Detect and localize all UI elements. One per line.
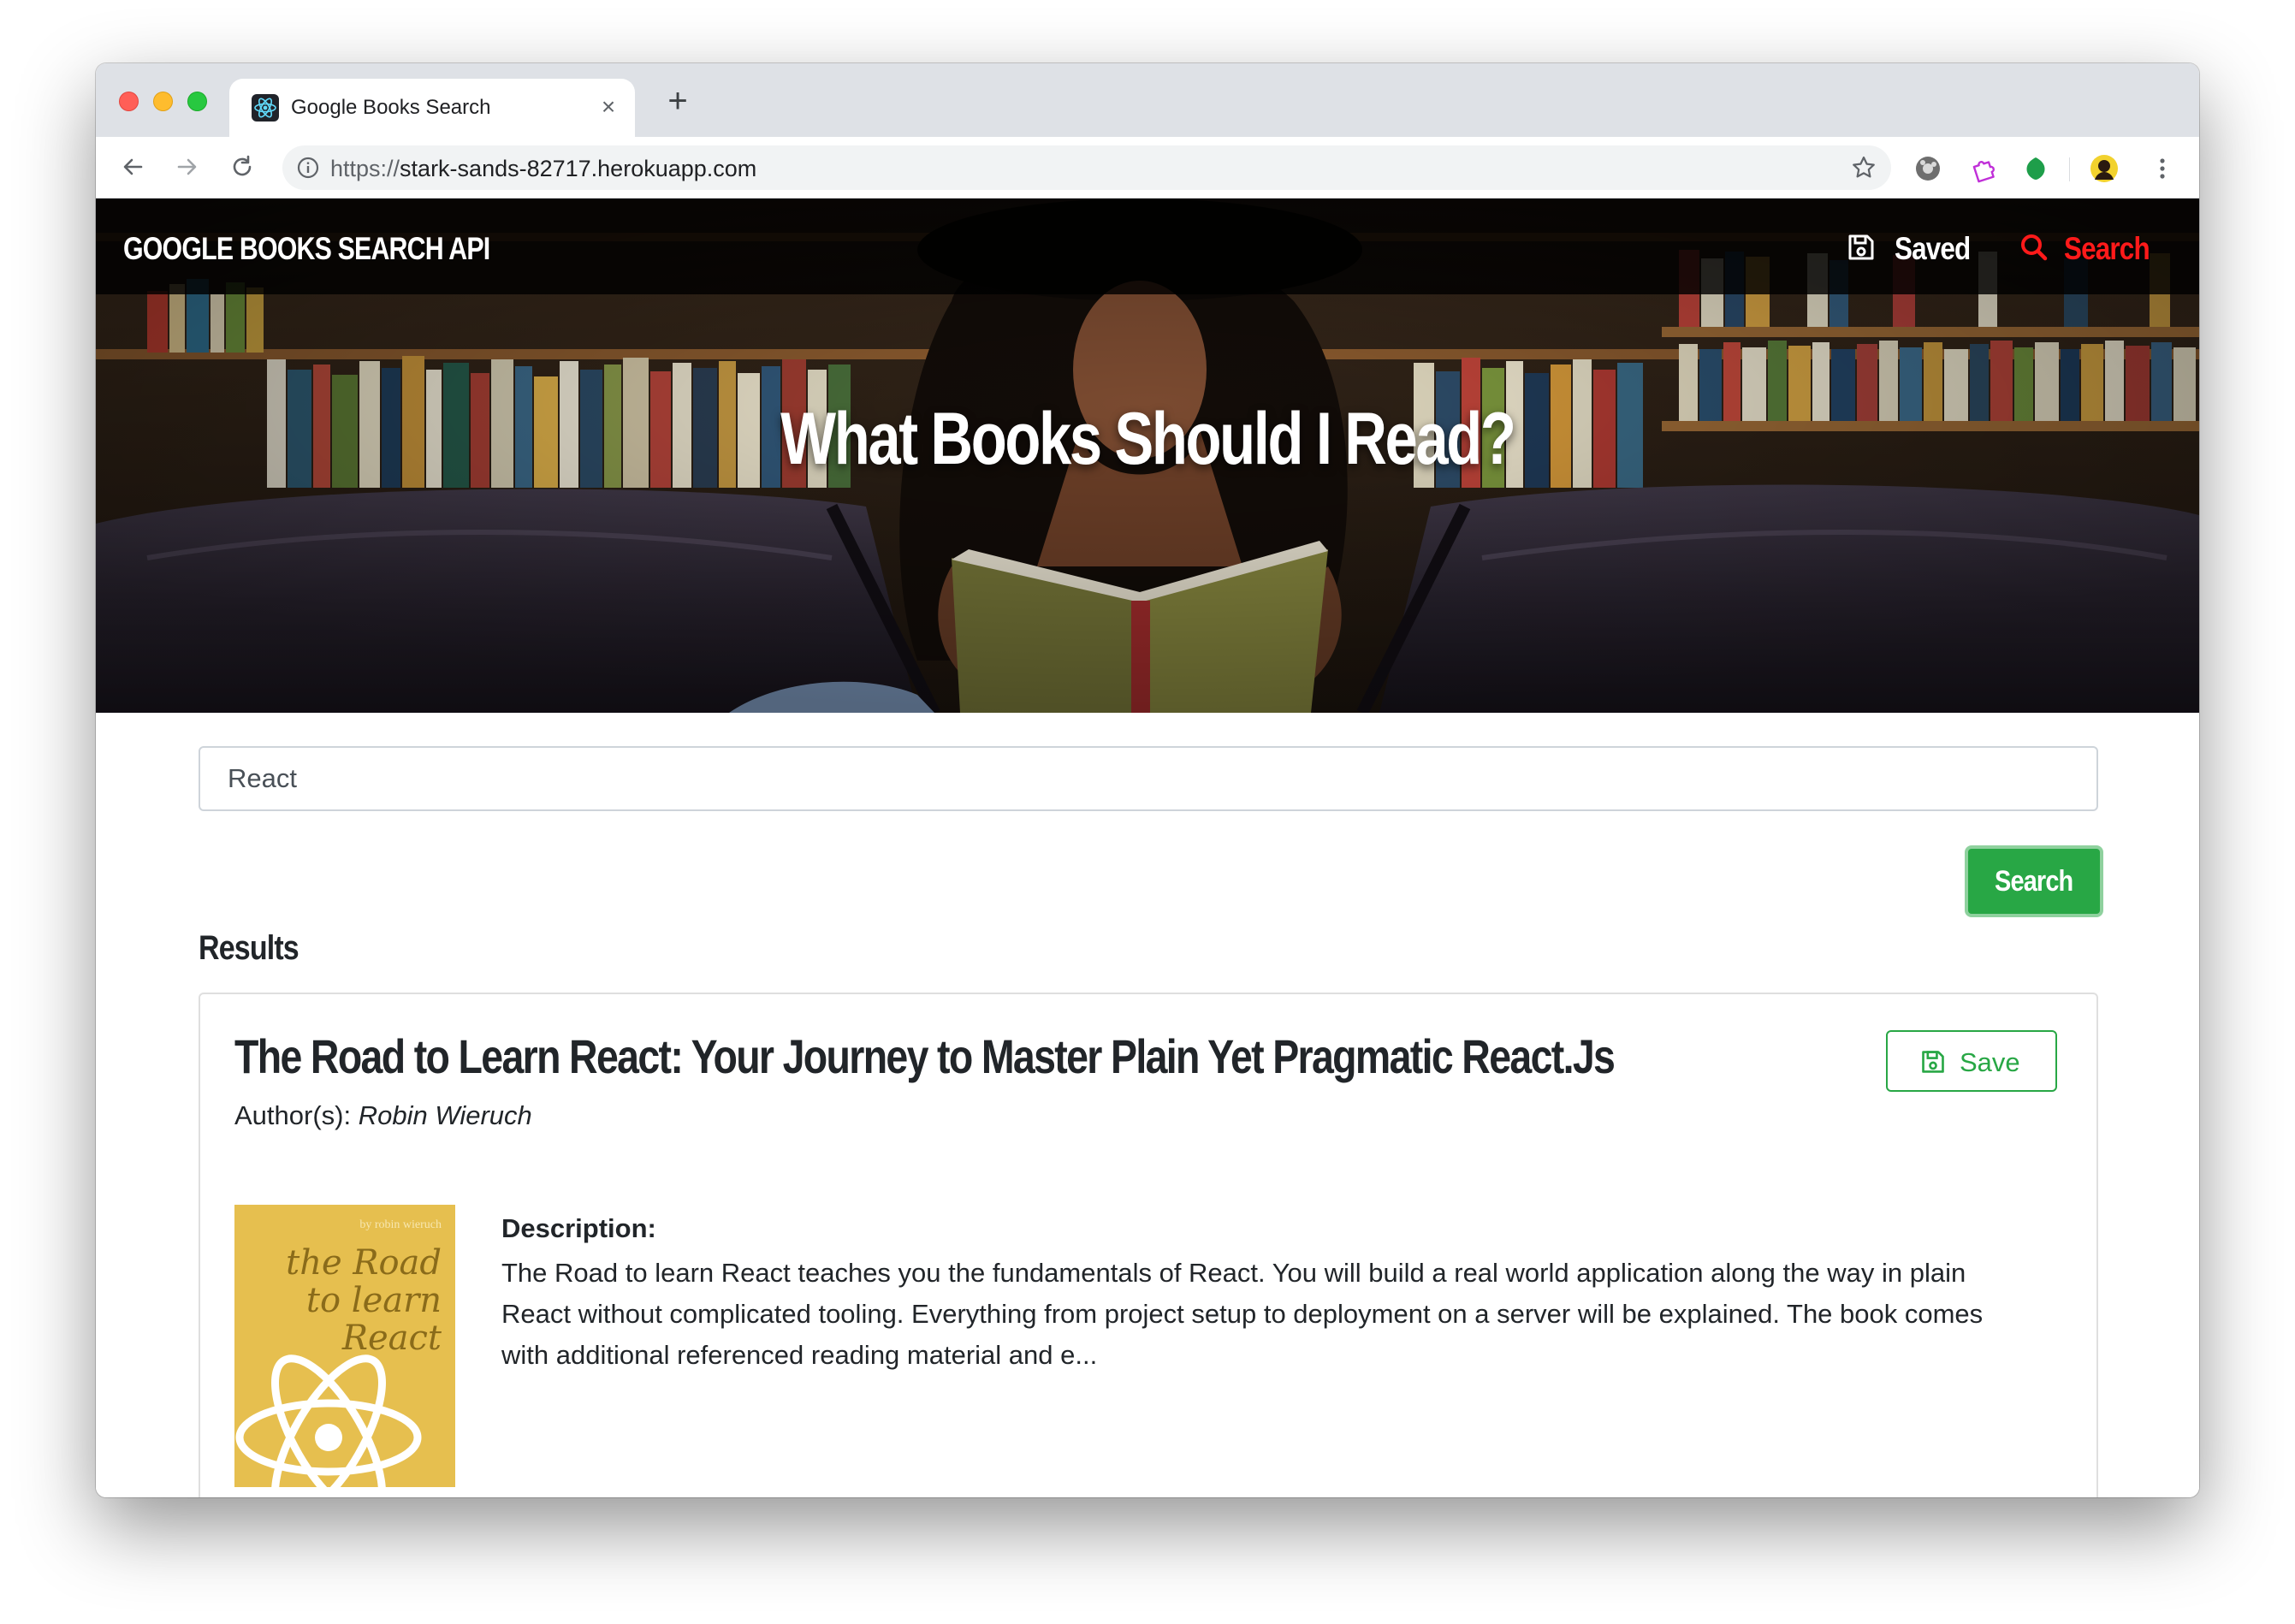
bookmark-star-icon[interactable]	[1850, 154, 1877, 181]
extension-puzzle-icon[interactable]	[1968, 154, 1997, 183]
tab-google-books-search[interactable]: Google Books Search ×	[229, 79, 635, 137]
save-book-button[interactable]: Save	[1886, 1030, 2057, 1092]
browser-window: Google Books Search × + https://stark-sa…	[96, 63, 2199, 1497]
floppy-disk-icon	[1848, 234, 1874, 260]
search-button-label: Search	[1995, 865, 2073, 898]
save-button-label: Save	[1960, 1047, 2020, 1077]
book-authors: Author(s): Robin Wieruch	[234, 1100, 532, 1131]
description-text: The Road to learn React teaches you the …	[501, 1258, 1984, 1370]
new-tab-button[interactable]: +	[661, 84, 695, 118]
hero-banner: GOOGLE BOOKS SEARCH API Saved Search Wha…	[96, 199, 2199, 713]
results-heading: Results	[199, 929, 317, 968]
brand-title[interactable]: GOOGLE BOOKS SEARCH API	[123, 231, 490, 267]
profile-avatar-icon[interactable]	[2090, 154, 2119, 183]
results-heading-text: Results	[199, 929, 299, 967]
floppy-disk-icon	[1922, 1051, 1944, 1073]
tab-strip: Google Books Search × +	[96, 63, 2199, 137]
kebab-menu-icon[interactable]	[2148, 154, 2177, 183]
close-tab-icon[interactable]: ×	[594, 92, 623, 122]
url-host: stark-sands-82717.herokuapp.com	[400, 156, 757, 181]
browser-toolbar: https://stark-sands-82717.herokuapp.com	[96, 137, 2199, 199]
book-cover-image[interactable]: by robin wieruch the Road to learn React	[234, 1205, 455, 1487]
zoom-window-button[interactable]	[187, 92, 207, 111]
back-arrow-icon[interactable]	[113, 147, 152, 187]
book-search-input[interactable]	[199, 746, 2098, 811]
search-icon	[2021, 234, 2048, 261]
author-name: Robin Wieruch	[358, 1100, 532, 1130]
book-title-text: The Road to Learn React: Your Journey to…	[234, 1029, 1616, 1083]
nav-saved-label: Saved	[1895, 231, 1971, 266]
url-text: https://stark-sands-82717.herokuapp.com	[330, 156, 756, 182]
extension-film-icon[interactable]	[1913, 154, 1942, 183]
minimize-window-button[interactable]	[153, 92, 173, 111]
description-label: Description:	[501, 1213, 656, 1243]
search-submit-button[interactable]: Search	[1965, 845, 2103, 917]
extension-leaf-icon[interactable]	[2021, 154, 2050, 183]
react-favicon-icon	[252, 94, 279, 122]
page-viewport: GOOGLE BOOKS SEARCH API Saved Search Wha…	[96, 199, 2199, 1497]
hero-title-text: What Books Should I Read?	[780, 398, 1516, 480]
authors-label: Author(s):	[234, 1100, 359, 1130]
site-info-icon[interactable]	[296, 156, 320, 180]
forward-arrow-icon[interactable]	[168, 147, 207, 187]
hero-title: What Books Should I Read?	[96, 397, 2199, 482]
react-atom-icon	[235, 1354, 422, 1487]
book-result-card: The Road to Learn React: Your Journey to…	[199, 993, 2098, 1497]
nav-saved-link[interactable]: Saved	[1847, 229, 1984, 266]
close-window-button[interactable]	[119, 92, 139, 111]
book-title: The Road to Learn React: Your Journey to…	[234, 1028, 1896, 1084]
nav-search-link[interactable]: Search	[2019, 229, 2173, 266]
address-bar[interactable]: https://stark-sands-82717.herokuapp.com	[282, 145, 1891, 190]
nav-search-label: Search	[2064, 231, 2150, 266]
reload-icon[interactable]	[222, 147, 262, 187]
toolbar-separator	[2069, 157, 2070, 181]
tab-title: Google Books Search	[291, 96, 491, 119]
site-navbar: GOOGLE BOOKS SEARCH API Saved Search	[96, 199, 2199, 294]
url-scheme: https://	[330, 156, 400, 181]
